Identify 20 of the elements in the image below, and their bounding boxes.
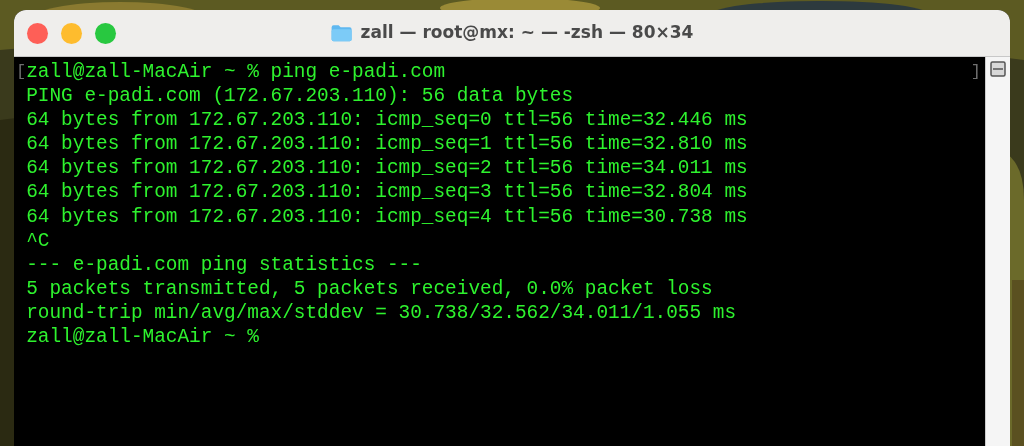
window-title: zall — root@mx: ~ — -zsh — 80×34 xyxy=(360,21,694,45)
folder-icon xyxy=(330,24,353,42)
zoom-button[interactable] xyxy=(95,22,116,44)
terminal-line: 64 bytes from 172.67.203.110: icmp_seq=4 ttl=56 time=30.738 ms xyxy=(26,204,748,229)
minimize-button[interactable] xyxy=(61,22,82,44)
split-icon[interactable] xyxy=(990,61,1006,77)
terminal-line: round-trip min/avg/max/stddev = 30.738/32.562/34.011/1.055 ms xyxy=(26,300,737,326)
terminal-line: 5 packets transmitted, 5 packets received, 0.0% packet loss xyxy=(26,276,713,301)
terminal-line: PING e-padi.com (172.67.203.110): 56 data bytes xyxy=(26,84,574,109)
terminal-line: 64 bytes from 172.67.203.110: icmp_seq=3 ttl=56 time=32.804 ms xyxy=(26,180,748,205)
terminal-line: 64 bytes from 172.67.203.110: icmp_seq=1 ttl=56 time=32.810 ms xyxy=(26,132,748,157)
mark-bracket: [ xyxy=(16,61,27,83)
terminal-line: zall@zall-MacAir ~ % xyxy=(26,325,259,350)
terminal-line: 64 bytes from 172.67.203.110: icmp_seq=0 ttl=56 time=32.446 ms xyxy=(26,108,748,133)
terminal-line: --- e-padi.com ping statistics --- xyxy=(26,252,422,277)
terminal-line: 64 bytes from 172.67.203.110: icmp_seq=2 ttl=56 time=34.011 ms xyxy=(26,156,748,181)
close-button[interactable] xyxy=(27,22,48,44)
mark-bracket: ] xyxy=(970,61,981,83)
terminal-line: zall@zall-MacAir ~ % ping e-padi.com xyxy=(26,60,446,85)
terminal-line: ^C xyxy=(26,228,50,253)
